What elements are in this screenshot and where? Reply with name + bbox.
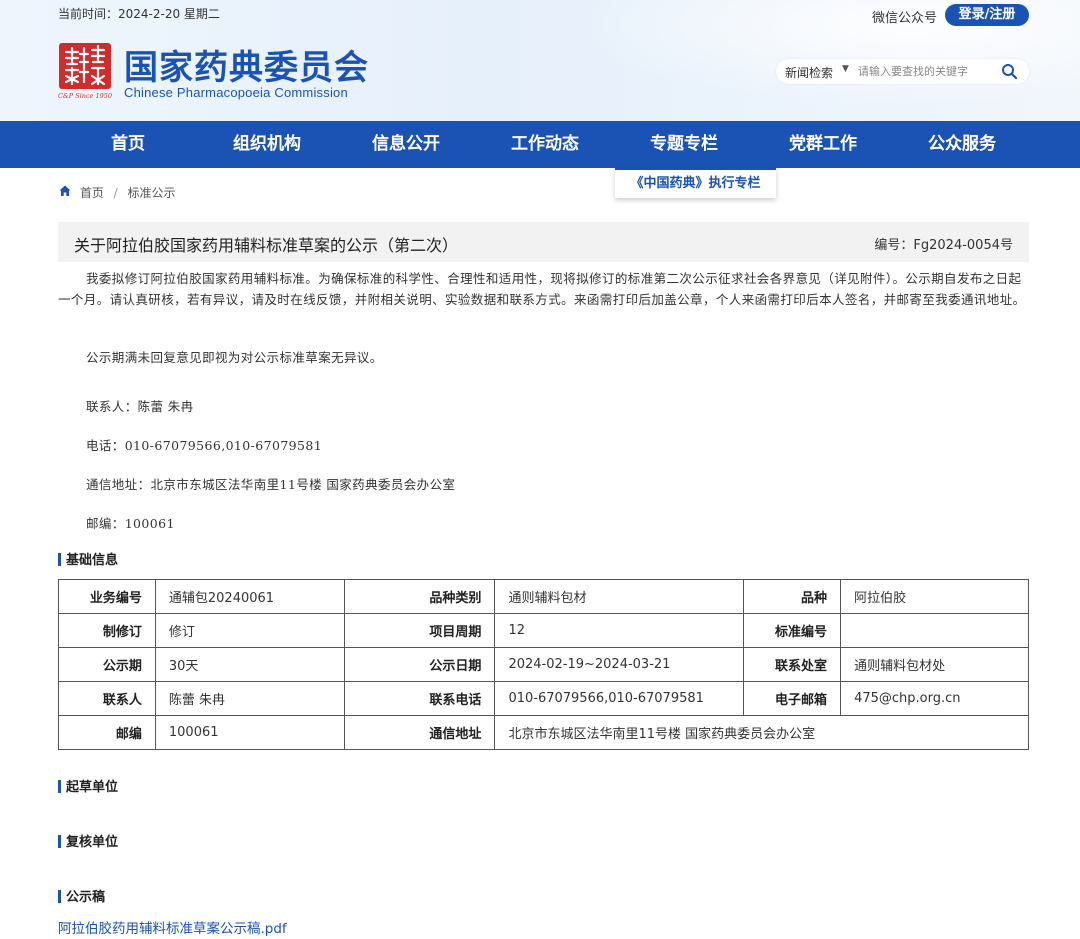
table-key: 项目周期 [343, 613, 496, 648]
table-key: 公示期 [58, 647, 156, 682]
breadcrumb-home[interactable]: 首页 [80, 186, 104, 200]
contact-address: 通信地址：北京市东城区法华南里11号楼 国家药典委员会办公室 [86, 477, 456, 492]
article-paragraph-1: 我委拟修订阿拉伯胶国家药用辅料标准。为确保标准的科学性、合理性和适用性，现将拟修… [58, 271, 1026, 307]
table-value: 修订 [154, 613, 345, 648]
nav-item-information[interactable]: 信息公开 [336, 121, 476, 168]
site-header: 当前时间：2024-2-20 星期二 微信公众号 登录/注册 C&P Since… [0, 0, 1080, 121]
section-review-unit: 复核单位 [58, 831, 118, 850]
table-value [840, 613, 1029, 648]
table-key: 通信地址 [343, 715, 496, 750]
table-row: 邮编 100061 通信地址 北京市东城区法华南里11号楼 国家药典委员会办公室 [58, 715, 1029, 750]
table-key: 联系电话 [343, 681, 496, 716]
caret-down-icon[interactable]: ▼ [842, 64, 849, 74]
nav-item-home[interactable]: 首页 [58, 121, 198, 168]
table-value: 100061 [154, 715, 345, 750]
table-value: 30天 [154, 647, 345, 682]
table-key: 标准编号 [743, 613, 842, 648]
table-key: 品种 [743, 579, 842, 614]
search-input[interactable] [858, 62, 998, 81]
table-value: 阿拉伯胶 [840, 579, 1029, 614]
table-key: 品种类别 [343, 579, 496, 614]
table-row: 公示期 30天 公示日期 2024-02-19~2024-03-21 联系处室 … [58, 647, 1029, 682]
section-draft-document: 公示稿 [58, 886, 105, 905]
table-value: 通则辅料包材处 [840, 647, 1029, 682]
section-drafting-unit: 起草单位 [58, 776, 118, 795]
site-name[interactable]: 国家药典委员会 [124, 40, 369, 89]
table-value: 12 [494, 613, 745, 648]
table-key: 公示日期 [343, 647, 496, 682]
breadcrumb-current[interactable]: 标准公示 [128, 186, 176, 200]
breadcrumb: 首页 / 标准公示 [59, 184, 176, 200]
search-box: 新闻检索 ▼ [776, 59, 1029, 84]
home-icon [59, 185, 71, 196]
table-key: 联系人 [58, 681, 156, 716]
table-value: 北京市东城区法华南里11号楼 国家药典委员会办公室 [494, 715, 1029, 750]
contact-person: 联系人：陈蕾 朱冉 [86, 399, 194, 414]
attachment-pdf-link[interactable]: 阿拉伯胶药用辅料标准草案公示稿.pdf [58, 917, 287, 937]
site-name-en: Chinese Pharmacopoeia Commission [124, 85, 348, 100]
wechat-link[interactable]: 微信公众号 [872, 7, 937, 26]
table-value: 陈蕾 朱冉 [154, 681, 345, 716]
nav-item-organization[interactable]: 组织机构 [197, 121, 337, 168]
table-key: 联系处室 [743, 647, 842, 682]
nav-item-special-topics[interactable]: 专题专栏 [614, 121, 754, 168]
table-key: 邮编 [58, 715, 156, 750]
contact-phone: 电话：010-67079566,010-67079581 [86, 438, 323, 453]
nav-item-party-work[interactable]: 党群工作 [753, 121, 893, 168]
article-number: 编号：Fg2024-0054号 [874, 238, 1013, 253]
article-title: 关于阿拉伯胶国家药用辅料标准草案的公示（第二次） [74, 236, 459, 255]
current-date: 当前时间：2024-2-20 星期二 [58, 7, 220, 21]
login-register-button[interactable]: 登录/注册 [945, 4, 1029, 26]
search-category-select[interactable]: 新闻检索 [785, 64, 833, 81]
table-value: 通则辅料包材 [494, 579, 745, 614]
contact-postcode: 邮编：100061 [86, 516, 175, 531]
table-value: 2024-02-19~2024-03-21 [494, 647, 745, 682]
table-value: 通辅包20240061 [154, 579, 345, 614]
table-row: 制修订 修订 项目周期 12 标准编号 [58, 613, 1029, 648]
basic-info-table: 业务编号 通辅包20240061 品种类别 通则辅料包材 品种 阿拉伯胶 制修订… [58, 579, 1029, 750]
table-value: 475@chp.org.cn [840, 681, 1029, 716]
table-row: 联系人 陈蕾 朱冉 联系电话 010-67079566,010-67079581… [58, 681, 1029, 716]
article-paragraph-2: 公示期满未回复意见即视为对公示标准草案无异议。 [86, 350, 383, 365]
nav-item-work-news[interactable]: 工作动态 [475, 121, 615, 168]
table-key: 电子邮箱 [743, 681, 842, 716]
logo-seal-icon[interactable]: C&P Since 1950 [58, 42, 112, 100]
breadcrumb-separator: / [113, 185, 118, 200]
article-title-bar: 关于阿拉伯胶国家药用辅料标准草案的公示（第二次） 编号：Fg2024-0054号 [58, 222, 1029, 262]
search-icon[interactable] [1001, 63, 1018, 80]
table-key: 业务编号 [58, 579, 156, 614]
main-nav: 首页 组织机构 信息公开 工作动态 专题专栏 党群工作 公众服务 [0, 121, 1080, 168]
nav-item-public-service[interactable]: 公众服务 [892, 121, 1032, 168]
table-row: 业务编号 通辅包20240061 品种类别 通则辅料包材 品种 阿拉伯胶 [58, 579, 1029, 614]
dropdown-item-pharmacopoeia-column[interactable]: 《中国药典》执行专栏 [615, 168, 776, 198]
table-value: 010-67079566,010-67079581 [494, 681, 745, 716]
table-key: 制修订 [58, 613, 156, 648]
svg-text:C&P Since 1950: C&P Since 1950 [58, 92, 112, 100]
section-basic-info: 基础信息 [58, 549, 118, 568]
